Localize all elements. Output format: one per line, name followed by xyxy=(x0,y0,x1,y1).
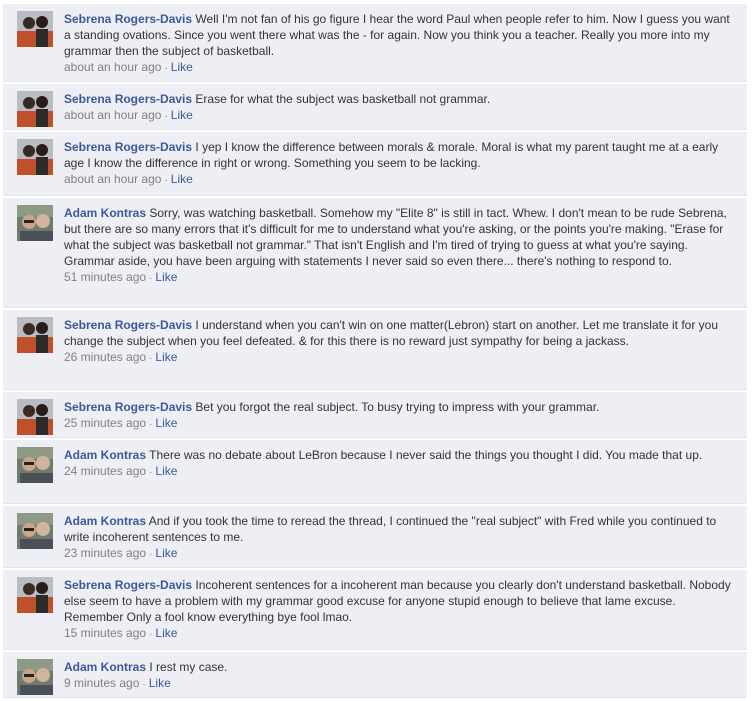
comment: Sebrena Rogers-Davis I understand when y… xyxy=(3,310,747,390)
comment-meta: 9 minutes ago · Like xyxy=(64,675,737,693)
comment: Sebrena Rogers-Davis I yep I know the di… xyxy=(3,132,747,196)
comment-text: I rest my case. xyxy=(149,660,228,674)
comment-thread: Sebrena Rogers-Davis Well I'm not fan of… xyxy=(0,0,750,701)
comment-meta: 26 minutes ago · Like xyxy=(64,349,737,367)
comment-timestamp[interactable]: 26 minutes ago xyxy=(64,350,146,364)
like-link[interactable]: Like xyxy=(149,676,171,690)
comment-timestamp[interactable]: 15 minutes ago xyxy=(64,626,146,640)
separator-dot: · xyxy=(149,629,153,640)
sebrena-avatar[interactable] xyxy=(17,399,53,435)
comment-author-link[interactable]: Adam Kontras xyxy=(64,448,146,462)
comment: Sebrena Rogers-Davis Well I'm not fan of… xyxy=(3,4,747,82)
comment-timestamp[interactable]: 24 minutes ago xyxy=(64,464,146,478)
sebrena-avatar[interactable] xyxy=(17,139,53,175)
comment-meta: 24 minutes ago · Like xyxy=(64,463,737,481)
comment-text: Erase for what the subject was basketbal… xyxy=(195,92,491,106)
separator-dot: · xyxy=(164,175,168,186)
separator-dot: · xyxy=(164,63,168,74)
separator-dot: · xyxy=(149,273,153,284)
comment-meta: about an hour ago · Like xyxy=(64,107,737,125)
comment-text: There was no debate about LeBron because… xyxy=(149,448,703,462)
comment-author-link[interactable]: Adam Kontras xyxy=(64,660,146,674)
comment-text: And if you took the time to reread the t… xyxy=(64,514,717,544)
comment-meta: 23 minutes ago · Like xyxy=(64,545,737,563)
separator-dot: · xyxy=(142,679,146,690)
adam-avatar[interactable] xyxy=(17,205,53,241)
comment-meta: about an hour ago · Like xyxy=(64,171,737,189)
comment-meta: about an hour ago · Like xyxy=(64,59,737,77)
comment-timestamp[interactable]: 23 minutes ago xyxy=(64,546,146,560)
comment-timestamp[interactable]: about an hour ago xyxy=(64,108,161,122)
like-link[interactable]: Like xyxy=(171,60,193,74)
comment-meta: 25 minutes ago · Like xyxy=(64,415,737,433)
comment-meta: 15 minutes ago · Like xyxy=(64,625,737,643)
like-link[interactable]: Like xyxy=(155,546,177,560)
comment: Adam Kontras And if you took the time to… xyxy=(3,506,747,568)
comment-meta: 51 minutes ago · Like xyxy=(64,269,737,287)
comment: Adam Kontras There was no debate about L… xyxy=(3,440,747,504)
like-link[interactable]: Like xyxy=(155,626,177,640)
comment-author-link[interactable]: Sebrena Rogers-Davis xyxy=(64,140,192,154)
like-link[interactable]: Like xyxy=(155,464,177,478)
sebrena-avatar[interactable] xyxy=(17,577,53,613)
sebrena-avatar[interactable] xyxy=(17,317,53,353)
comment: Adam Kontras Sorry, was watching basketb… xyxy=(3,198,747,308)
comment-timestamp[interactable]: about an hour ago xyxy=(64,172,161,186)
comment: Sebrena Rogers-Davis Incoherent sentence… xyxy=(3,570,747,650)
adam-avatar[interactable] xyxy=(17,447,53,483)
separator-dot: · xyxy=(164,111,168,122)
like-link[interactable]: Like xyxy=(155,350,177,364)
comment-author-link[interactable]: Sebrena Rogers-Davis xyxy=(64,318,192,332)
comment-timestamp[interactable]: about an hour ago xyxy=(64,60,161,74)
comment-author-link[interactable]: Adam Kontras xyxy=(64,206,146,220)
adam-avatar[interactable] xyxy=(17,513,53,549)
comment: Sebrena Rogers-Davis Erase for what the … xyxy=(3,84,747,130)
comment-text: Bet you forgot the real subject. To busy… xyxy=(195,400,600,414)
comment: Adam Kontras I rest my case. 9 minutes a… xyxy=(3,652,747,698)
separator-dot: · xyxy=(149,549,153,560)
comment-author-link[interactable]: Sebrena Rogers-Davis xyxy=(64,12,192,26)
comment-author-link[interactable]: Sebrena Rogers-Davis xyxy=(64,578,192,592)
adam-avatar[interactable] xyxy=(17,659,53,695)
like-link[interactable]: Like xyxy=(155,270,177,284)
separator-dot: · xyxy=(149,419,153,430)
comment-author-link[interactable]: Sebrena Rogers-Davis xyxy=(64,400,192,414)
comment-timestamp[interactable]: 51 minutes ago xyxy=(64,270,146,284)
separator-dot: · xyxy=(149,467,153,478)
sebrena-avatar[interactable] xyxy=(17,91,53,127)
comment-author-link[interactable]: Adam Kontras xyxy=(64,514,146,528)
sebrena-avatar[interactable] xyxy=(17,11,53,47)
comment: Sebrena Rogers-Davis Bet you forgot the … xyxy=(3,392,747,438)
comment-text: Sorry, was watching basketball. Somehow … xyxy=(64,206,727,268)
like-link[interactable]: Like xyxy=(171,108,193,122)
like-link[interactable]: Like xyxy=(155,416,177,430)
comment-timestamp[interactable]: 9 minutes ago xyxy=(64,676,139,690)
like-link[interactable]: Like xyxy=(171,172,193,186)
separator-dot: · xyxy=(149,353,153,364)
comment-timestamp[interactable]: 25 minutes ago xyxy=(64,416,146,430)
comment-author-link[interactable]: Sebrena Rogers-Davis xyxy=(64,92,192,106)
